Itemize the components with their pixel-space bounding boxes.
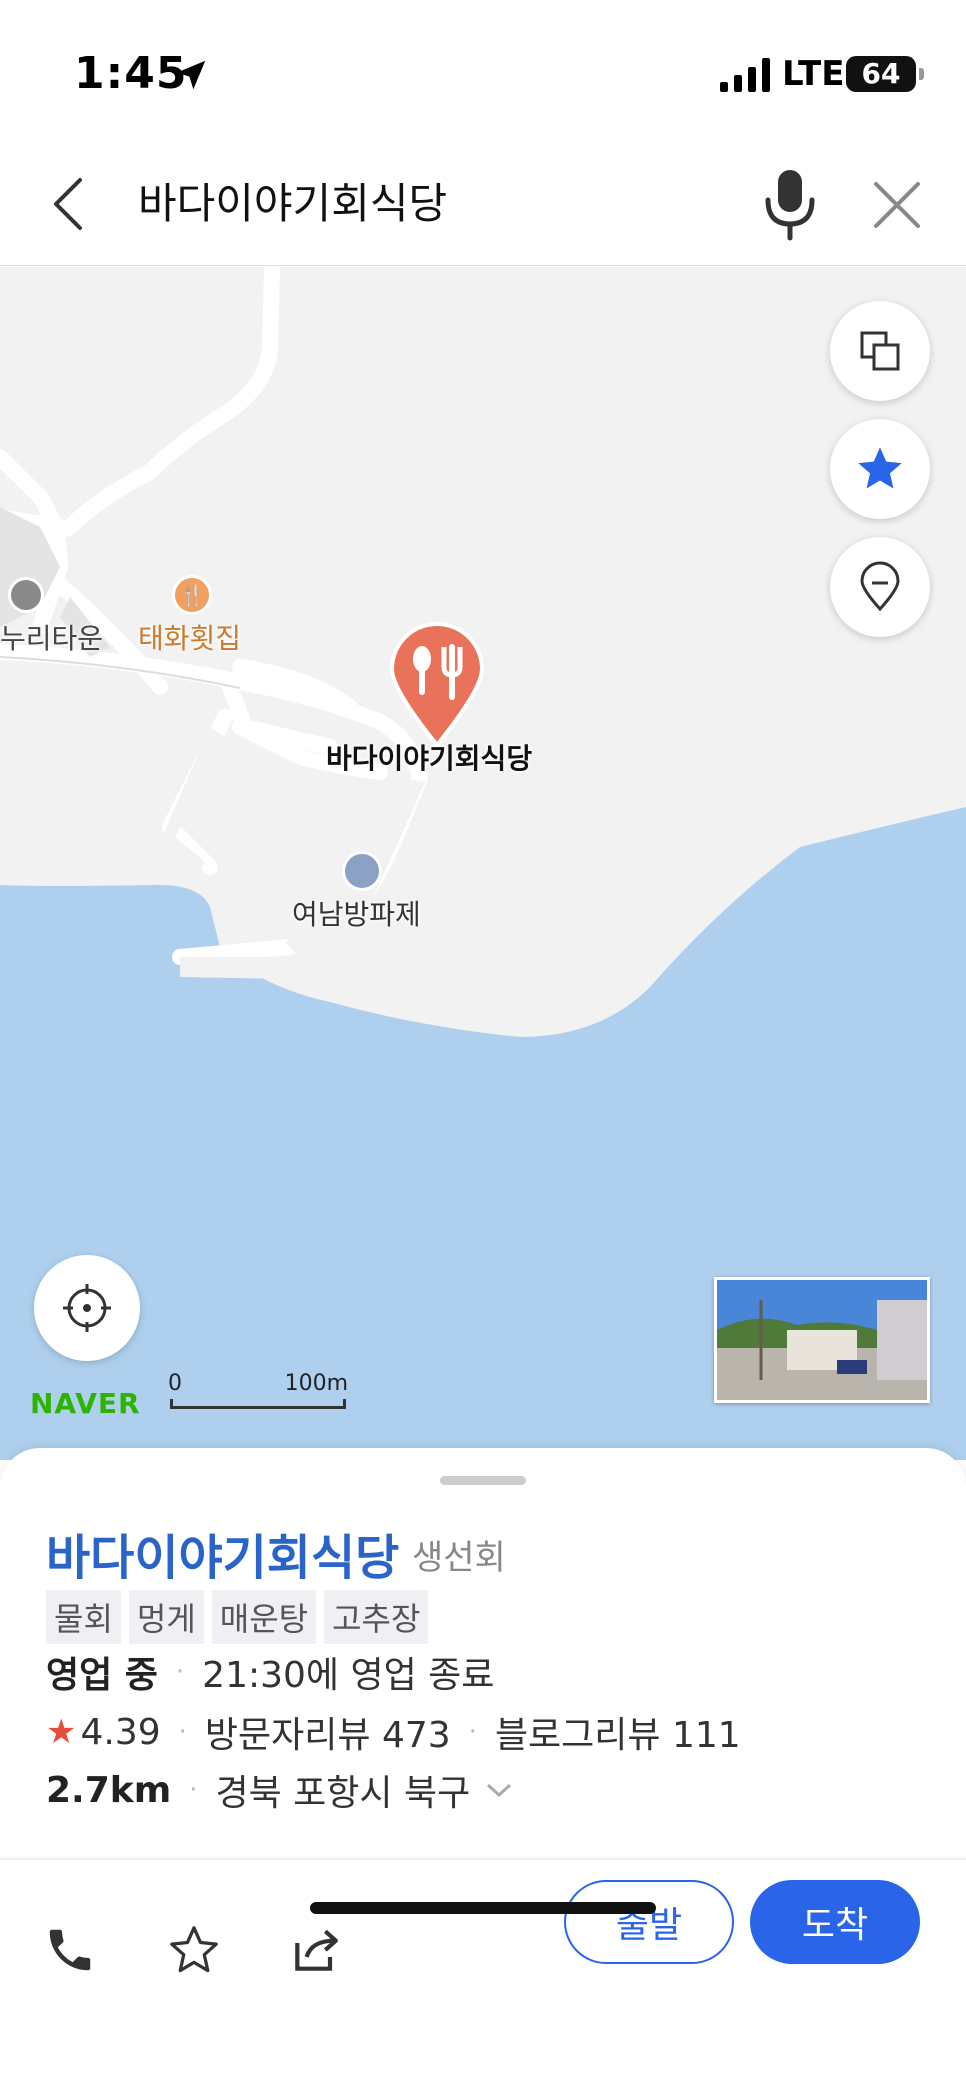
map-pin-icon [860, 561, 900, 612]
building-icon[interactable] [8, 577, 44, 613]
map-label-pier[interactable]: 여남방파제 [292, 893, 421, 933]
status-bar: 1:45 LTE 64 [0, 0, 966, 150]
phone-icon [49, 1929, 91, 1971]
microphone-icon[interactable] [760, 166, 820, 242]
current-location-button[interactable] [34, 1255, 140, 1361]
chevron-down-icon[interactable] [484, 1780, 514, 1800]
tag-item: 멍게 [128, 1590, 204, 1644]
rating-value: 4.39 [80, 1711, 161, 1753]
scale-zero-label: 0 [168, 1371, 182, 1396]
star-outline-icon [170, 1926, 218, 1973]
scale-distance-label: 100m [284, 1371, 348, 1396]
map-view[interactable]: 누리타운 🍴 태화횟집 바다이야기회식당 여남방파제 NAVER 0 100m [0, 267, 966, 1460]
saved-places-button[interactable] [830, 537, 930, 637]
location-arrow-icon [176, 60, 206, 90]
rating-star-icon: ★ [46, 1712, 77, 1752]
scale-bar [170, 1399, 346, 1409]
map-scale: 0 100m [168, 1371, 348, 1415]
layers-icon [860, 331, 900, 371]
map-label-selected-place[interactable]: 바다이야기회식당 [326, 737, 532, 777]
place-info-sheet[interactable]: 바다이야기회식당 생선회 물회 멍게 매운탕 고추장 영업 중 · 21:30에… [0, 1448, 966, 2092]
street-photo-image [717, 1280, 927, 1400]
battery-indicator: 64 [846, 56, 924, 92]
arrive-button[interactable]: 도착 [750, 1880, 920, 1964]
divider [0, 1858, 966, 1860]
separator-dot: · [468, 1717, 477, 1747]
save-button[interactable] [164, 1920, 224, 1980]
tag-item: 물회 [46, 1590, 121, 1644]
sheet-drag-handle[interactable] [440, 1476, 526, 1485]
search-input[interactable]: 바다이야기회식당 [138, 172, 447, 236]
address-row[interactable]: 2.7km · 경북 포항시 북구 [46, 1764, 514, 1816]
blog-reviews[interactable]: 블로그리뷰 111 [495, 1706, 741, 1758]
network-type: LTE [782, 54, 845, 94]
share-icon [295, 1929, 338, 1971]
restaurant-poi-icon[interactable]: 🍴 [172, 575, 212, 615]
crosshair-icon [63, 1284, 111, 1332]
home-indicator[interactable] [310, 1902, 656, 1914]
distance: 2.7km [46, 1769, 172, 1811]
signal-icon [720, 58, 770, 92]
naver-logo: NAVER [30, 1387, 141, 1420]
place-category: 생선회 [412, 1538, 506, 1578]
street-view-thumbnail[interactable] [714, 1277, 930, 1403]
visitor-reviews[interactable]: 방문자리뷰 473 [205, 1706, 451, 1758]
favorites-button[interactable] [830, 419, 930, 519]
back-button[interactable] [40, 172, 96, 236]
map-label-restaurant[interactable]: 태화횟집 [138, 617, 241, 657]
address: 경북 포항시 북구 [215, 1773, 471, 1814]
separator-dot: · [189, 1775, 198, 1805]
status-time: 1:45 [74, 48, 188, 99]
call-button[interactable] [40, 1920, 100, 1980]
place-name[interactable]: 바다이야기회식당 [46, 1518, 399, 1588]
closing-time: 21:30에 영업 종료 [202, 1655, 495, 1696]
share-button[interactable] [286, 1920, 346, 1980]
map-label-town[interactable]: 누리타운 [0, 617, 103, 657]
rating-row[interactable]: ★ 4.39 · 방문자리뷰 473 · 블로그리뷰 111 [46, 1706, 741, 1758]
business-hours-row[interactable]: 영업 중 · 21:30에 영업 종료 [46, 1646, 494, 1698]
tag-list: 물회 멍게 매운탕 고추장 [46, 1590, 429, 1644]
chevron-left-icon [54, 178, 82, 230]
tag-item: 매운탕 [211, 1590, 317, 1644]
depart-button[interactable]: 출발 [564, 1880, 734, 1964]
search-header: 바다이야기회식당 [0, 150, 966, 266]
separator-dot: · [178, 1717, 187, 1747]
layers-button[interactable] [830, 301, 930, 401]
close-icon[interactable] [864, 172, 930, 238]
tag-item: 고추장 [324, 1590, 429, 1644]
business-status: 영업 중 [46, 1655, 158, 1696]
separator-dot: · [175, 1657, 185, 1687]
pier-icon[interactable] [342, 851, 382, 891]
selected-place-pin-icon[interactable] [382, 619, 492, 749]
star-icon [858, 447, 902, 489]
